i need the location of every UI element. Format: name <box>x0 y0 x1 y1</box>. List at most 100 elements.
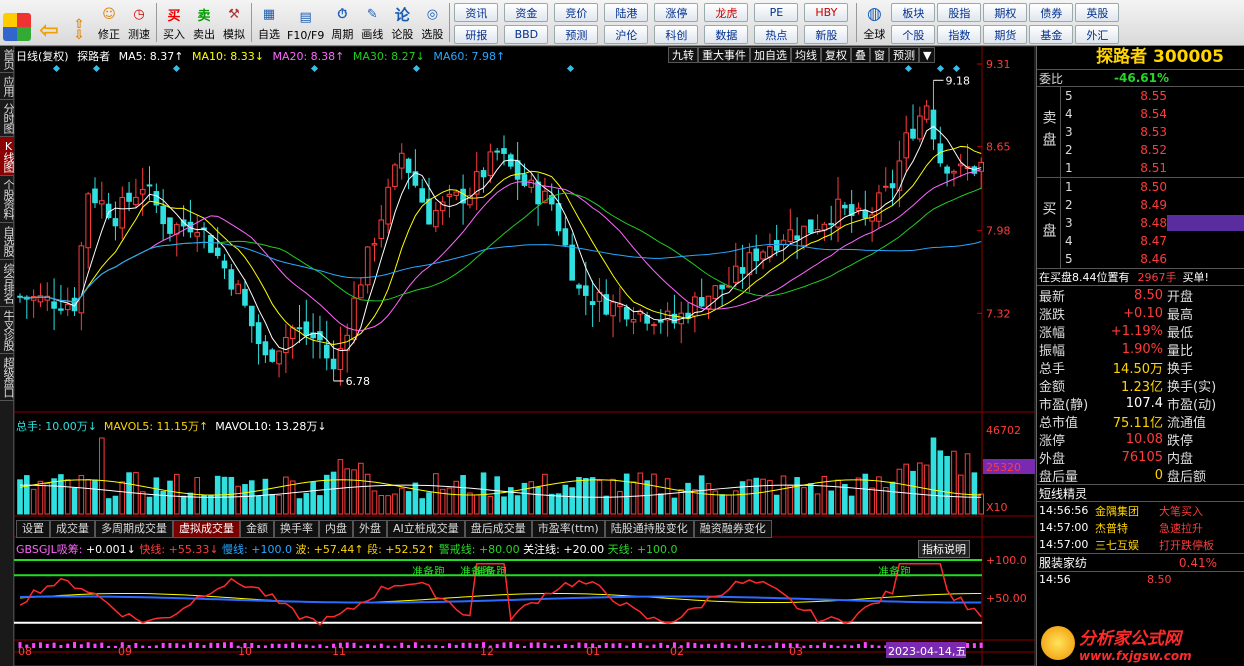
buy-button[interactable]: 买买入 <box>159 0 189 45</box>
sell-level-2[interactable]: 2 8.52 <box>1061 141 1244 159</box>
buy-level-3[interactable]: 3 8.48 <box>1061 214 1244 232</box>
ind-tab-inner[interactable]: 内盘 <box>319 520 353 538</box>
up-down-button[interactable]: ⇧ ⇩ <box>64 0 94 45</box>
magenta-bar <box>352 642 356 648</box>
ind-tab-pe-ttm[interactable]: 市盈率(ttm) <box>531 520 605 538</box>
ind-tab-margin[interactable]: 融资融券变化 <box>693 520 772 538</box>
ind-tab-ai-volume[interactable]: AI立桩成交量 <box>387 520 465 538</box>
grid-btn-news[interactable]: 资讯 <box>454 3 499 22</box>
pickstock-button[interactable]: ◎ 选股 <box>417 0 447 45</box>
market-btn-ukstock[interactable]: 英股 <box>1075 3 1120 22</box>
btn-forecast[interactable]: 预测 <box>889 47 919 63</box>
grid-btn-hk[interactable]: 陆港 <box>604 3 649 22</box>
btn-nine-turn[interactable]: 九转 <box>668 47 698 63</box>
volume-bar <box>139 491 146 515</box>
market-btn-sector[interactable]: 板块 <box>891 3 936 22</box>
modify-button[interactable]: ☺ 修正 <box>94 0 124 45</box>
magenta-bar <box>161 642 165 648</box>
market-btn-option[interactable]: 期权 <box>983 3 1028 22</box>
f10-button[interactable]: ▤ F10/F9 <box>284 0 327 45</box>
tab-intraday[interactable]: 分时图 <box>0 100 15 137</box>
candle-body <box>712 285 719 299</box>
grid-btn-star[interactable]: 科创 <box>654 25 699 44</box>
grid-btn-pe[interactable]: PE <box>754 3 799 22</box>
kline-chart-area[interactable]: 9.31 8.65 7.98 7.32 9.18 6.78 46702 25320 X10 准备跑… <box>14 46 1036 666</box>
ind-tab-settings[interactable]: 设置 <box>16 520 50 538</box>
draw-button[interactable]: ✎ 画线 <box>357 0 387 45</box>
btn-adjust[interactable]: 复权 <box>821 47 851 63</box>
sector-row[interactable]: 服装家纺 0.41% <box>1037 553 1244 571</box>
chart-button-bar: 九转 重大事件 加自选 均线 复权 叠 窗 预测 ▼ <box>668 47 936 63</box>
buy-level-2[interactable]: 2 8.49 <box>1061 196 1244 214</box>
measure-button[interactable]: ◷ 测速 <box>124 0 154 45</box>
grid-btn-dragon[interactable]: 龙虎 <box>704 3 749 22</box>
tab-ranking[interactable]: 综合排名 <box>0 260 15 307</box>
tab-kline[interactable]: K线图 <box>0 137 15 176</box>
sell-button[interactable]: 卖卖出 <box>189 0 219 45</box>
period-button[interactable]: ⏱ 周期 <box>327 0 357 45</box>
grid-btn-fund[interactable]: 资金 <box>504 3 549 22</box>
tick-time: 14:56 <box>1039 573 1071 586</box>
ind-tab-turnover[interactable]: 换手率 <box>274 520 319 538</box>
btn-window[interactable]: 窗 <box>870 47 889 63</box>
quote-row: 金额 1.23亿 换手(实) <box>1037 376 1244 395</box>
shortline-item[interactable]: 14:56:56 金隅集团 大笔买入 <box>1037 502 1244 519</box>
tab-diagnosis[interactable]: 牛叉诊股 <box>0 307 15 354</box>
color-grid-icon[interactable] <box>0 0 34 45</box>
grid-btn-hby[interactable]: HBY <box>804 3 849 22</box>
magenta-bar <box>761 645 765 648</box>
market-btn-futures[interactable]: 期货 <box>983 25 1028 44</box>
btn-ma[interactable]: 均线 <box>791 47 821 63</box>
big-order-notice[interactable]: 在买盘8.44位置有 2967手 买单! <box>1037 269 1244 286</box>
back-button[interactable]: ⇦ <box>34 0 64 45</box>
buy-level-4[interactable]: 4 8.47 <box>1061 232 1244 250</box>
market-btn-stock[interactable]: 个股 <box>891 25 936 44</box>
quote-label: 最新 <box>1039 289 1066 305</box>
btn-major-events[interactable]: 重大事件 <box>698 47 750 63</box>
sell-level-5[interactable]: 5 8.55 <box>1061 87 1244 105</box>
tab-home[interactable]: 首页 <box>0 46 15 73</box>
ind-tab-amount[interactable]: 金额 <box>240 520 274 538</box>
argue-button[interactable]: 论论股 <box>387 0 417 45</box>
indicator-help-button[interactable]: 指标说明 <box>918 540 970 558</box>
market-btn-forex[interactable]: 外汇 <box>1075 25 1120 44</box>
market-btn-fund[interactable]: 基金 <box>1029 25 1074 44</box>
watermark-url: www.fxjgsw.com <box>1079 648 1192 663</box>
btn-add-watch[interactable]: 加自选 <box>750 47 791 63</box>
btn-dropdown[interactable]: ▼ <box>919 47 936 63</box>
sell-level-4[interactable]: 4 8.54 <box>1061 105 1244 123</box>
tab-stock-info[interactable]: 个股资料 <box>0 176 15 223</box>
buy-level-5[interactable]: 5 8.46 <box>1061 250 1244 268</box>
market-btn-index[interactable]: 指数 <box>937 25 982 44</box>
btn-overlay[interactable]: 叠 <box>851 47 870 63</box>
grid-btn-research[interactable]: 研报 <box>454 25 499 44</box>
buy-level-1[interactable]: 1 8.50 <box>1061 178 1244 196</box>
kline-chart-svg[interactable]: 9.31 8.65 7.98 7.32 9.18 6.78 46702 25320 X10 准备跑… <box>14 46 1036 666</box>
selfselect-button[interactable]: ▦ 自选 <box>254 0 284 45</box>
shortline-item[interactable]: 14:57:00 三七互娱 打开跌停板 <box>1037 536 1244 553</box>
grid-btn-ipo[interactable]: 新股 <box>804 25 849 44</box>
grid-btn-auction[interactable]: 竞价 <box>554 3 599 22</box>
ind-tab-after-volume[interactable]: 盘后成交量 <box>464 520 532 538</box>
simulate-button[interactable]: ⚒ 模拟 <box>219 0 249 45</box>
sell-level-1[interactable]: 1 8.51 <box>1061 159 1244 177</box>
market-btn-bond[interactable]: 债券 <box>1029 3 1074 22</box>
global-button[interactable]: ◍ 全球 <box>859 0 889 45</box>
ind-tab-volume[interactable]: 成交量 <box>50 520 95 538</box>
tab-apps[interactable]: 应用 <box>0 73 15 100</box>
grid-btn-limitup[interactable]: 涨停 <box>654 3 699 22</box>
ind-tab-hk-connect[interactable]: 陆股通持股变化 <box>604 520 694 538</box>
market-btn-futindex[interactable]: 股指 <box>937 3 982 22</box>
tab-watchlist[interactable]: 自选股 <box>0 223 15 260</box>
grid-btn-bbd[interactable]: BBD <box>504 25 549 44</box>
sell-level-3[interactable]: 3 8.53 <box>1061 123 1244 141</box>
grid-btn-shlondon[interactable]: 沪伦 <box>604 25 649 44</box>
shortline-item[interactable]: 14:57:00 杰普特 急速拉升 <box>1037 519 1244 536</box>
ind-tab-outer[interactable]: 外盘 <box>353 520 387 538</box>
tab-super-panel[interactable]: 超级盘口 <box>0 354 15 401</box>
ind-tab-virtual-volume[interactable]: 虚拟成交量 <box>173 520 240 538</box>
grid-btn-hot[interactable]: 热点 <box>754 25 799 44</box>
grid-btn-data[interactable]: 数据 <box>704 25 749 44</box>
grid-btn-forecast[interactable]: 预测 <box>554 25 599 44</box>
ind-tab-multi-volume[interactable]: 多周期成交量 <box>95 520 173 538</box>
